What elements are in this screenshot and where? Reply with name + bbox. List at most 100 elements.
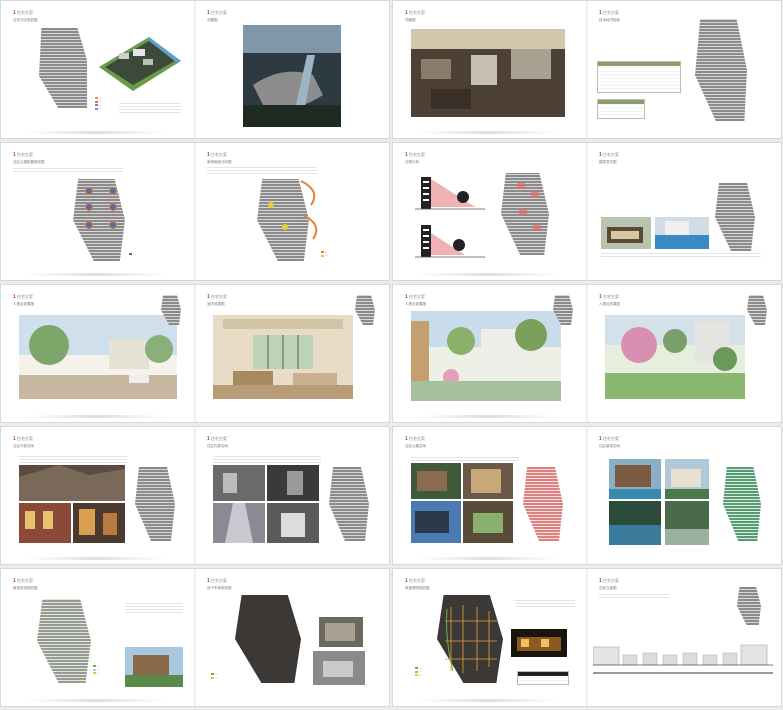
page-8: 1 住宅方案 建筑意向图 (587, 143, 781, 280)
streetscape-photo (19, 465, 125, 501)
night-render (511, 629, 567, 657)
shadow-overlay (517, 183, 541, 231)
spread-7: 1 住宅方案 住区外部空间 1 住宅方案 住区内部空间 (1, 427, 389, 564)
indicator-table (597, 61, 681, 93)
page-caption: 技术经济指标 (599, 18, 620, 22)
spread-6: 1 住宅方案 人视点效果图 1 住宅方案 人视点效果图 (393, 285, 781, 422)
aerial-model-image (99, 37, 181, 91)
page-header: 1 住宅方案 (207, 436, 227, 442)
site-plan-image (235, 595, 301, 683)
legend: — — (321, 251, 328, 258)
page-15: 1 住宅方案 住区公建空间 (393, 427, 587, 564)
page-header: 1 住宅方案 (599, 294, 619, 300)
spread-3: 1 住宅方案 住区公建配套规划图 — 1 住宅方案 景观轴线分析图 — — (1, 143, 389, 280)
interior-space-photo (267, 503, 319, 543)
page-9: 1 住宅方案 人视点效果图 (1, 285, 195, 422)
page-12: 1 住宅方案 人视点效果图 (587, 285, 781, 422)
page-header: 1 住宅方案 (405, 152, 425, 158)
page-header: 1 住宅方案 (599, 578, 619, 584)
spread-5: 1 住宅方案 人视点效果图 1 住宅方案 室内效果图 (1, 285, 389, 422)
spread-8: 1 住宅方案 住区公建空间 1 住宅方案 住区景观空间 (393, 427, 781, 564)
page-6: 1 住宅方案 景观轴线分析图 — — (195, 143, 389, 280)
page-17: 1 住宅方案 景观系统规划图 — — — (1, 569, 195, 706)
page-header: 1 住宅方案 (405, 436, 425, 442)
page-caption: 景观轴线分析图 (207, 160, 232, 164)
page-header: 1 住宅方案 (13, 152, 33, 158)
page-16: 1 住宅方案 住区景观空间 (587, 427, 781, 564)
facility-markers (85, 187, 117, 229)
landscape-axis-overlay (268, 180, 318, 240)
spread-4: 1 住宅方案 日照分析 1 住宅方案 建筑意向图 (393, 143, 781, 280)
aerial-render-image (411, 29, 565, 117)
page-caption: 景观系统规划图 (13, 586, 38, 590)
site-plan-image (329, 467, 369, 541)
spread-10: 1 住宅方案 夜景照明规划图 — — — 1 住宅方案 沿街立面图 (393, 569, 781, 706)
page-caption: 住区景观空间 (599, 444, 620, 448)
spread-2: 1 住宅方案 鸟瞰图 1 住宅方案 技术经济指标 (393, 1, 781, 138)
page-header: 1 住宅方案 (207, 10, 227, 16)
garden-sketch-render (605, 315, 745, 399)
key-plan (747, 295, 767, 325)
page-7: 1 住宅方案 日照分析 (393, 143, 587, 280)
description-text (125, 601, 183, 613)
page-caption: 鸟瞰图 (405, 18, 416, 22)
page-caption: 日照分析 (405, 160, 419, 164)
lighting-table (517, 671, 569, 685)
street-sketch-render (19, 315, 177, 399)
page-caption: 住宅分区规划图 (13, 18, 38, 22)
page-header: 1 住宅方案 (207, 294, 227, 300)
page-header: 1 住宅方案 (405, 10, 425, 16)
public-building-photo (411, 463, 461, 499)
page-caption: 人视点效果图 (405, 302, 426, 306)
page-4: 1 住宅方案 技术经济指标 (587, 1, 781, 138)
site-plan-image (37, 599, 91, 683)
page-caption: 鸟瞰图 (207, 18, 218, 22)
page-19: 1 住宅方案 夜景照明规划图 — — — (393, 569, 587, 706)
legend: — — (211, 673, 218, 680)
page-header: 1 住宅方案 (599, 10, 619, 16)
sunlight-diagram-lower (415, 225, 485, 258)
page-11: 1 住宅方案 人视点效果图 (393, 285, 587, 422)
garage-photo (319, 617, 363, 647)
site-plan-image (723, 467, 761, 541)
spread-1: 1 住宅方案 住宅分区规划图 — — — — 1 住宅方案 鸟瞰图 (1, 1, 389, 138)
page-header: 1 住宅方案 (599, 436, 619, 442)
indicator-table (597, 99, 645, 119)
page-header: 1 住宅方案 (207, 578, 227, 584)
landscape-photo (609, 459, 661, 499)
page-caption: 沿街立面图 (599, 586, 617, 590)
description-text (13, 166, 123, 172)
page-1: 1 住宅方案 住宅分区规划图 — — — — (1, 1, 195, 138)
interior-space-photo (267, 465, 319, 501)
key-plan (355, 295, 375, 325)
building-photo (601, 217, 651, 249)
page-caption: 住区外部空间 (13, 444, 34, 448)
page-caption: 人视点效果图 (599, 302, 620, 306)
page-14: 1 住宅方案 住区内部空间 (195, 427, 389, 564)
sunlight-diagram-upper (415, 177, 485, 210)
site-plan-image (135, 467, 175, 541)
key-plan (737, 587, 761, 625)
page-header: 1 住宅方案 (405, 578, 425, 584)
description-text (119, 103, 181, 113)
landscape-photo (665, 459, 709, 499)
lighting-overlay (445, 605, 497, 673)
page-header: 1 住宅方案 (13, 578, 33, 584)
street-elevation (593, 644, 773, 674)
site-plan-image (523, 467, 563, 541)
description-text (599, 592, 669, 598)
page-caption: 住区内部空间 (207, 444, 228, 448)
legend: — — — — (95, 97, 102, 111)
page-header: 1 住宅方案 (13, 10, 33, 16)
public-building-photo (411, 501, 461, 543)
courtyard-sketch-render (411, 311, 561, 401)
streetscape-photo (19, 503, 71, 543)
page-caption: 住区公建配套规划图 (13, 160, 45, 164)
page-caption: 住区公建空间 (405, 444, 426, 448)
page-20: 1 住宅方案 沿街立面图 (587, 569, 781, 706)
description-text (515, 599, 575, 607)
aerial-render-image (243, 25, 341, 127)
streetscape-photo (73, 503, 125, 543)
page-caption: 地下车库规划图 (207, 586, 232, 590)
page-18: 1 住宅方案 地下车库规划图 — — (195, 569, 389, 706)
